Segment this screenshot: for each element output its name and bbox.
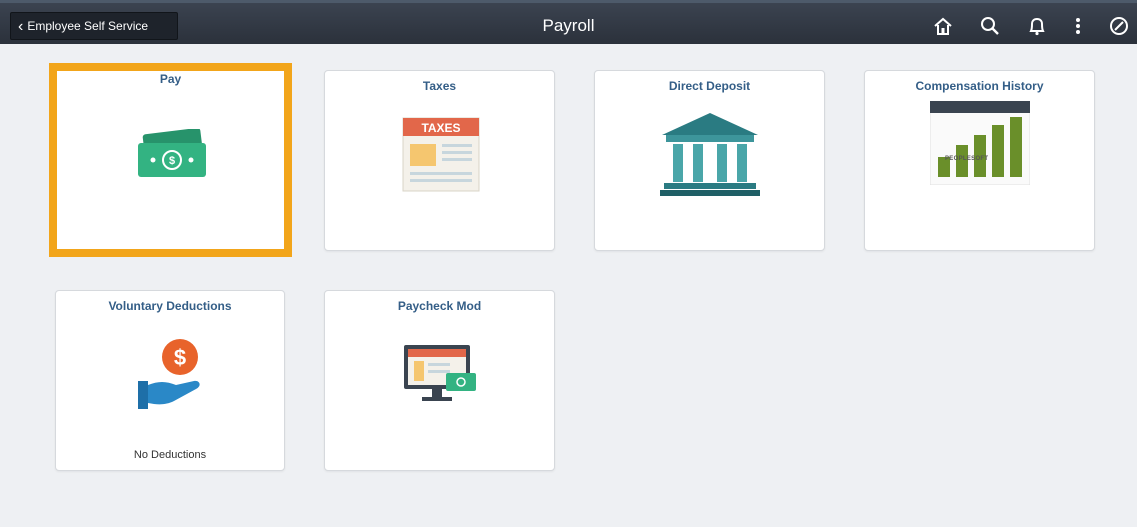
tile-direct-deposit[interactable]: Direct Deposit [594, 70, 825, 251]
tile-paycheck-modeler[interactable]: Paycheck Mod [324, 290, 555, 471]
back-button-label: Employee Self Service [27, 19, 149, 33]
tile-voluntary-deductions[interactable]: Voluntary Deductions $ No Deductions [55, 290, 285, 471]
home-icon[interactable] [931, 15, 955, 37]
tile-title: Compensation History [915, 79, 1044, 93]
taxes-document-icon: TAXES [402, 115, 480, 198]
tile-footer: No Deductions [133, 449, 207, 461]
actions-menu-icon[interactable] [1066, 15, 1090, 37]
tile-title: Direct Deposit [668, 79, 751, 93]
money-icon: $ [134, 127, 210, 186]
notification-bell-icon[interactable] [1025, 15, 1049, 37]
tile-title: Paycheck Mod [397, 299, 482, 313]
tile-title: Pay [159, 72, 182, 86]
tile-title: Voluntary Deductions [108, 299, 232, 313]
compensation-chart-icon [929, 100, 1031, 190]
tile-taxes[interactable]: Taxes TAXES [324, 70, 555, 251]
taxes-badge: TAXES [421, 121, 460, 135]
peoplesoft-label: PEOPLESOFT [945, 156, 989, 162]
back-button[interactable]: ‹ Employee Self Service [10, 12, 178, 40]
tile-title: Taxes [422, 79, 457, 93]
chevron-left-icon: ‹ [18, 18, 24, 35]
bank-icon [658, 111, 762, 202]
hand-dollar-icon: $ [136, 337, 206, 418]
tile-pay[interactable]: Pay $ [49, 63, 292, 257]
top-banner: ‹ Employee Self Service Payroll [0, 0, 1137, 44]
tile-compensation-history[interactable]: Compensation History PEOPLESOFT [864, 70, 1095, 251]
navbar-compass-icon[interactable] [1107, 15, 1131, 37]
paycheck-monitor-icon [402, 343, 478, 410]
svg-text:$: $ [169, 155, 175, 167]
search-icon[interactable] [978, 15, 1002, 37]
svg-text:$: $ [174, 345, 186, 370]
